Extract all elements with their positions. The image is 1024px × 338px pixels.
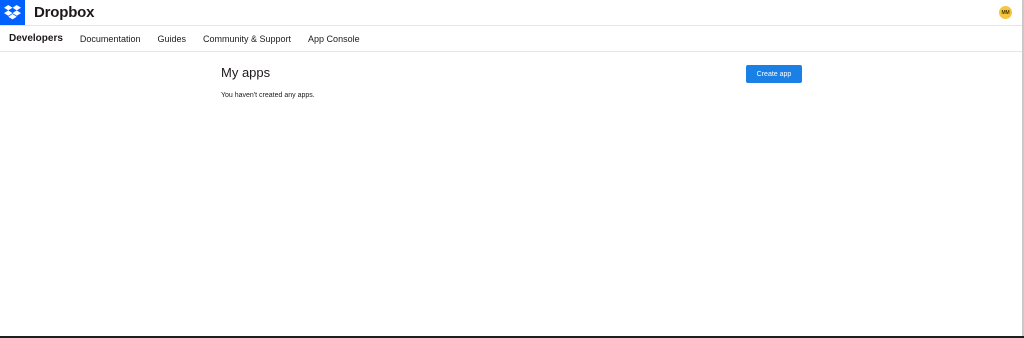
empty-state-message: You haven't created any apps. <box>221 92 315 99</box>
nav-item-guides[interactable]: Guides <box>157 34 186 44</box>
nav-item-app-console[interactable]: App Console <box>308 34 360 44</box>
page-title: My apps <box>221 65 271 80</box>
top-bar: Dropbox MM <box>0 0 1022 26</box>
nav-item-developers[interactable]: Developers <box>9 33 63 44</box>
create-app-button[interactable]: Create app <box>746 65 802 83</box>
user-avatar[interactable]: MM <box>999 6 1012 19</box>
dropbox-logo-glyph <box>4 5 21 20</box>
nav-item-documentation[interactable]: Documentation <box>80 34 141 44</box>
nav-item-community-support[interactable]: Community & Support <box>203 34 291 44</box>
developer-nav: Developers Documentation Guides Communit… <box>0 26 1022 52</box>
brand-name[interactable]: Dropbox <box>34 4 94 21</box>
page: Dropbox MM Developers Documentation Guid… <box>0 0 1024 338</box>
dropbox-logo-icon[interactable] <box>0 0 25 25</box>
